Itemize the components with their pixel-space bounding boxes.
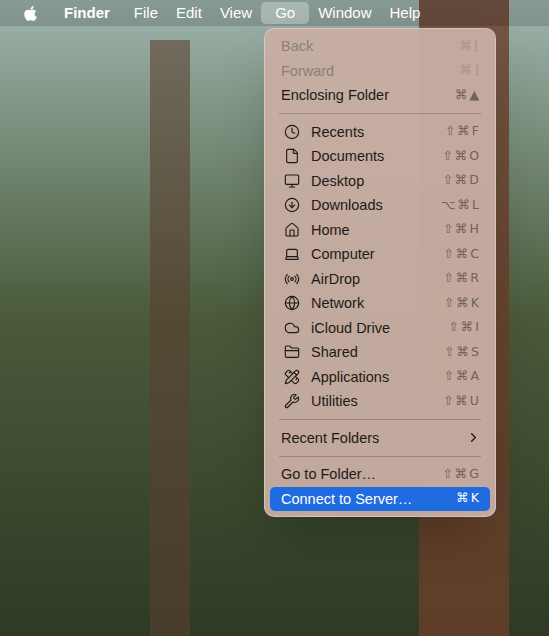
menu-item[interactable]: Go to Folder…⇧⌘G	[270, 462, 490, 487]
menu-item[interactable]: iCloud Drive⇧⌘I	[270, 316, 490, 341]
menu-item-shortcut: ⇧⌘G	[442, 465, 481, 484]
menu-item[interactable]: Downloads⌥⌘L	[270, 193, 490, 218]
menu-item-label: Go to Folder…	[281, 467, 442, 482]
menu-item-label: Shared	[311, 345, 444, 360]
menu-item-shortcut: ⌘▲	[455, 86, 481, 105]
utilities-icon	[284, 393, 300, 409]
menu-item[interactable]: AirDrop⇧⌘R	[270, 267, 490, 292]
menu-item-label: Connect to Server…	[281, 492, 456, 507]
menu-item-shortcut: ⌘]	[460, 61, 481, 80]
menu-item[interactable]: Network⇧⌘K	[270, 291, 490, 316]
menu-item-shortcut: ⇧⌘U	[443, 392, 481, 411]
menu-item-label: Utilities	[311, 394, 443, 409]
menu-item-label: Forward	[281, 64, 460, 79]
menu-item-shortcut: ⇧⌘A	[443, 367, 481, 386]
menu-item[interactable]: Documents⇧⌘O	[270, 144, 490, 169]
menu-item-shortcut: ⌘[	[460, 37, 481, 56]
menu-separator	[279, 419, 481, 420]
applications-icon	[284, 369, 300, 385]
menu-item-shortcut: ⇧⌘D	[442, 171, 481, 190]
menu-item[interactable]: Computer⇧⌘C	[270, 242, 490, 267]
menu-section: Recents⇧⌘FDocuments⇧⌘ODesktop⇧⌘DDownload…	[265, 113, 495, 414]
menu-item[interactable]: Applications⇧⌘A	[270, 365, 490, 390]
menu-section: Go to Folder…⇧⌘GConnect to Server…⌘K	[265, 456, 495, 512]
menu-item-label: AirDrop	[311, 272, 443, 287]
menu-item-label: Applications	[311, 370, 443, 385]
menu-item-shortcut: ⇧⌘O	[442, 147, 481, 166]
download-icon	[284, 197, 300, 213]
menu-item[interactable]: Enclosing Folder⌘▲	[270, 83, 490, 108]
menu-item-shortcut: ⇧⌘K	[444, 294, 481, 313]
menu-bar-item[interactable]: File	[125, 2, 167, 25]
menu-separator	[279, 113, 481, 114]
menu-item-label: Home	[311, 223, 443, 238]
menu-item-shortcut: ⇧⌘I	[448, 318, 481, 337]
menu-bar: Finder FileEditViewGoWindowHelp	[0, 0, 549, 26]
menu-bar-item[interactable]: Window	[309, 2, 380, 25]
menu-item-shortcut: ⇧⌘C	[443, 245, 481, 264]
desktop-icon	[284, 173, 300, 189]
desktop: FinderFileEditViewGoWindowHelpBack⌘[Forw…	[0, 0, 549, 636]
shared-folder-icon	[284, 344, 300, 360]
menu-item[interactable]: Connect to Server…⌘K	[270, 487, 490, 512]
menu-item-label: Computer	[311, 247, 443, 262]
apple-logo-icon[interactable]	[22, 5, 39, 22]
menu-item[interactable]: Utilities⇧⌘U	[270, 389, 490, 414]
menu-separator	[279, 456, 481, 457]
menu-item-label: Desktop	[311, 174, 442, 189]
menu-item[interactable]: Home⇧⌘H	[270, 218, 490, 243]
cloud-icon	[284, 320, 300, 336]
menu-item[interactable]: Desktop⇧⌘D	[270, 169, 490, 194]
airdrop-icon	[284, 271, 300, 287]
menu-item-label: Recent Folders	[281, 431, 466, 446]
menu-bar-item[interactable]: View	[211, 2, 261, 25]
menu-item-label: iCloud Drive	[311, 321, 448, 336]
menu-item[interactable]: Recent Folders	[270, 426, 490, 451]
menu-item-shortcut: ⇧⌘S	[444, 343, 481, 362]
document-icon	[284, 148, 300, 164]
submenu-chevron-icon	[466, 430, 481, 445]
menu-bar-item[interactable]: Edit	[167, 2, 211, 25]
menu-item-label: Back	[281, 39, 460, 54]
laptop-icon	[284, 246, 300, 262]
menu-bar-item[interactable]: Go	[261, 2, 309, 25]
menu-item: Forward⌘]	[270, 59, 490, 84]
menu-item-label: Enclosing Folder	[281, 88, 455, 103]
globe-icon	[284, 295, 300, 311]
menu-item-label: Documents	[311, 149, 442, 164]
house-icon	[284, 222, 300, 238]
menu-item-label: Recents	[311, 125, 445, 140]
menu-item-label: Downloads	[311, 198, 441, 213]
menu-item-shortcut: ⇧⌘R	[443, 269, 481, 288]
menu-item-shortcut: ⌘K	[456, 489, 481, 508]
menu-item[interactable]: Recents⇧⌘F	[270, 120, 490, 145]
menu-section: Recent Folders	[265, 419, 495, 450]
menu-section: Back⌘[Forward⌘]Enclosing Folder⌘▲	[265, 34, 495, 108]
clock-icon	[284, 124, 300, 140]
menu-item: Back⌘[	[270, 34, 490, 59]
menu-item-shortcut: ⌥⌘L	[441, 196, 481, 215]
menu-bar-item[interactable]: Help	[381, 2, 430, 25]
menu-item-shortcut: ⇧⌘F	[445, 122, 481, 141]
go-menu: Back⌘[Forward⌘]Enclosing Folder⌘▲Recents…	[264, 28, 496, 517]
app-menu[interactable]: Finder	[55, 2, 119, 25]
menu-item-label: Network	[311, 296, 444, 311]
menu-item-shortcut: ⇧⌘H	[443, 220, 481, 239]
menu-item[interactable]: Shared⇧⌘S	[270, 340, 490, 365]
